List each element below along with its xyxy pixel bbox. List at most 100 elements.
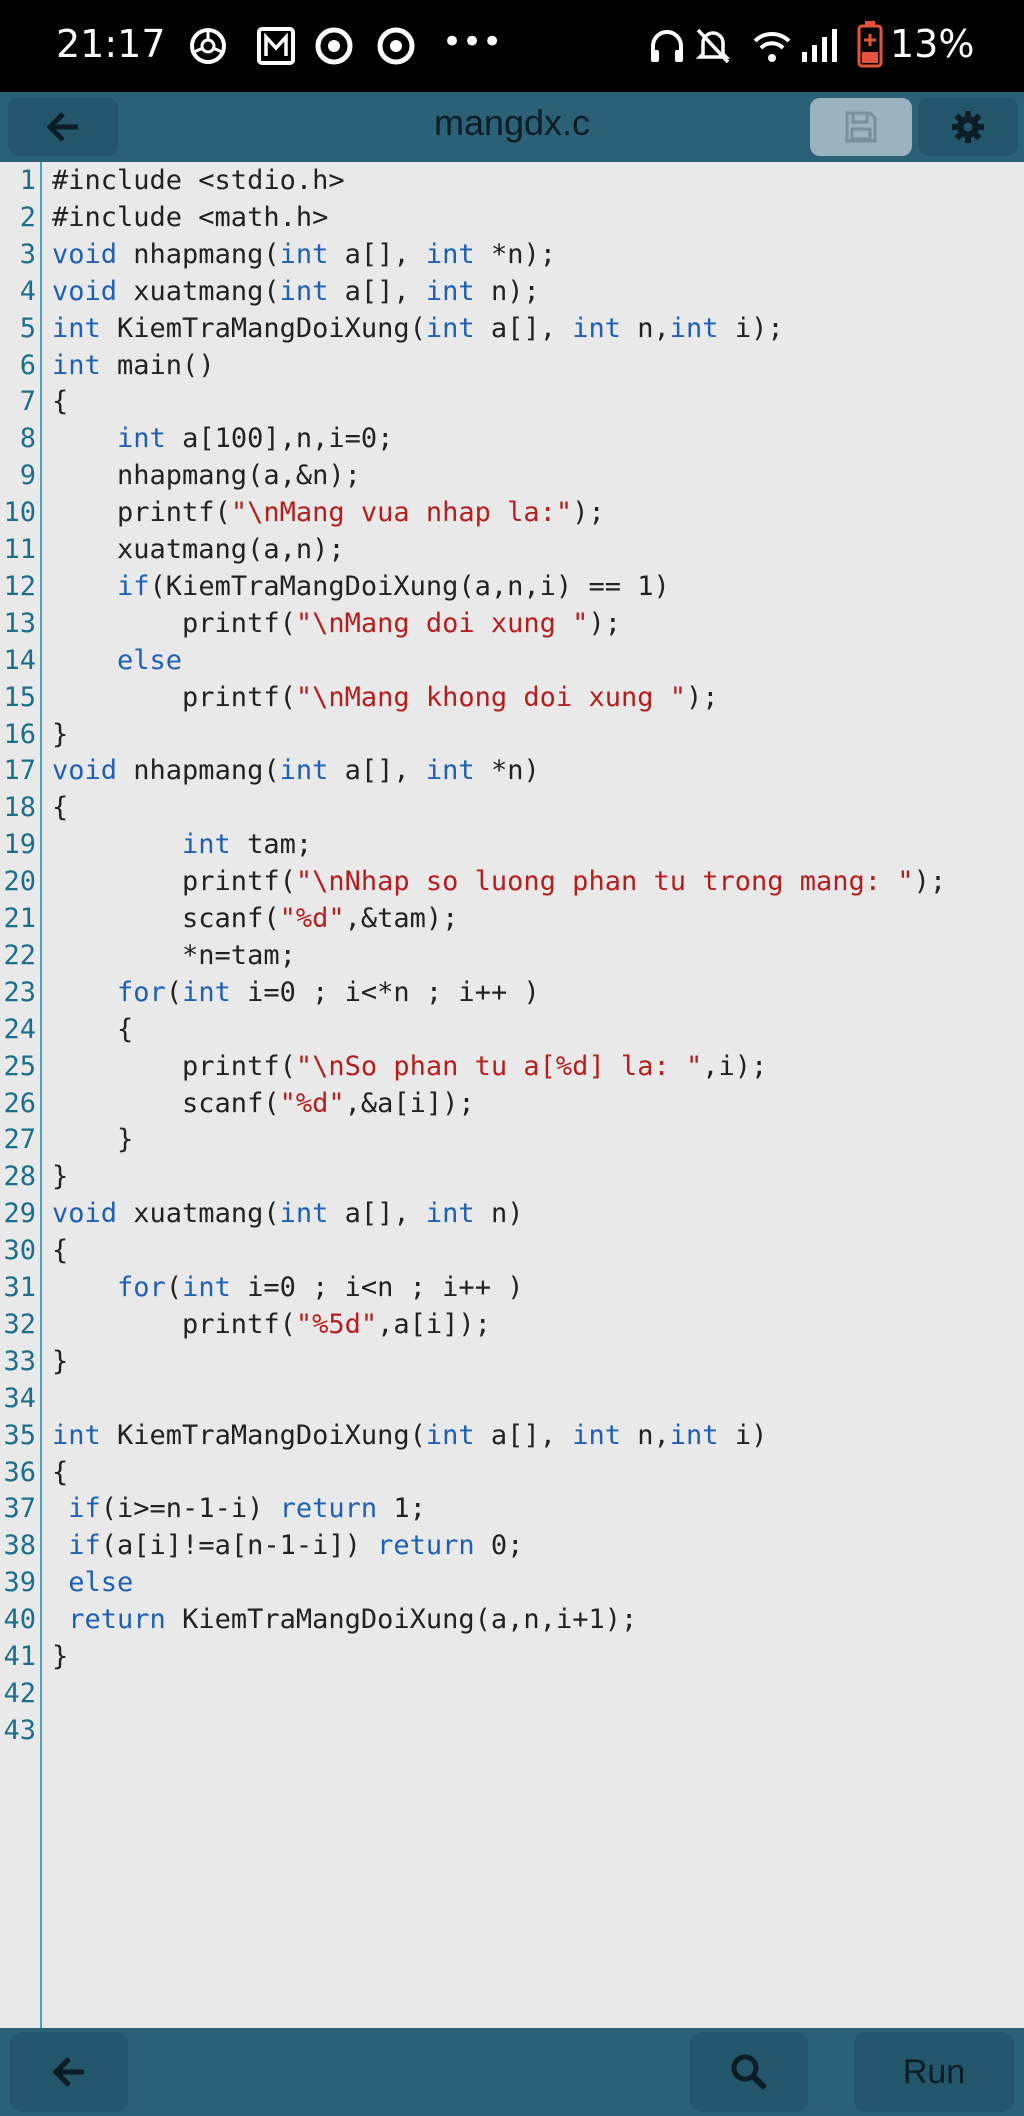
code-token: xuatmang(	[117, 275, 280, 307]
keyword-token: return	[279, 1493, 378, 1525]
code-line: scanf("%d",&a[i]);	[52, 1085, 475, 1122]
code-line: void nhapmang(int a[], int *n);	[52, 236, 556, 273]
code-line: printf("\nSo phan tu a[%d] la: ",i);	[52, 1048, 767, 1085]
keyword-token: int	[572, 1419, 621, 1451]
line-number: 11	[3, 534, 36, 565]
line-number: 7	[19, 386, 36, 418]
keyword-token: int	[182, 976, 231, 1008]
code-token: i=0 ; i<n ; i++ )	[230, 1272, 524, 1303]
code-token: }	[52, 1641, 69, 1672]
code-token: xuatmang(	[117, 1198, 280, 1230]
code-token: printf(	[52, 1308, 296, 1340]
code-line: {	[52, 1454, 68, 1491]
string-token: "\nMang khong doi xung "	[295, 681, 686, 713]
keyword-token: void	[52, 238, 118, 270]
line-number: 25	[3, 1050, 36, 1082]
code-token: (a[i]!=a[n-1-i])	[100, 1530, 378, 1562]
code-token: }	[52, 1345, 69, 1377]
line-number: 30	[3, 1235, 36, 1267]
keyword-token: int	[279, 755, 329, 787]
line-number: 27	[3, 1124, 36, 1156]
code-editor[interactable]: 1 2 3 4 5 6 7 8 9 10 11 12 13 14 15 16 17 18 19 20 21 22 23 24 2…	[0, 162, 1024, 2028]
code-token: {	[52, 1013, 134, 1045]
keyword-token: int	[52, 1419, 101, 1451]
code-line: nhapmang(a,&n);	[52, 457, 361, 494]
line-number: 10	[3, 497, 36, 529]
save-button[interactable]	[810, 98, 912, 156]
line-number: 13	[3, 607, 36, 639]
code-token: main()	[100, 349, 215, 381]
code-token: {	[52, 1235, 69, 1267]
string-token: "\nSo phan tu a[%d] la: "	[295, 1050, 703, 1082]
code-line: {	[52, 1011, 133, 1048]
code-token: a[],	[474, 312, 573, 344]
line-number: 29	[3, 1198, 36, 1230]
code-line: int a[100],n,i=0;	[52, 420, 393, 457]
code-line: void xuatmang(int a[], int n);	[52, 273, 540, 310]
line-number: 42	[3, 1677, 36, 1709]
line-number: 19	[3, 829, 36, 861]
line-number: 39	[3, 1567, 36, 1599]
code-token: printf(	[52, 681, 296, 713]
code-line: if(a[i]!=a[n-1-i]) return 0;	[52, 1527, 523, 1564]
line-number: 5	[19, 312, 36, 344]
line-number: 34	[3, 1382, 36, 1414]
keyword-token: int	[52, 312, 101, 344]
code-token: ,&tam);	[344, 903, 459, 934]
string-token: "%d"	[279, 1087, 345, 1119]
code-line: for(int i=0 ; i<n ; i++ )	[52, 1269, 523, 1306]
line-number: 36	[3, 1456, 36, 1488]
save-icon	[845, 111, 877, 143]
keyword-token: int	[669, 312, 719, 344]
code-token: a[],	[474, 1419, 573, 1451]
line-number: 37	[3, 1493, 36, 1525]
line-number: 26	[3, 1087, 36, 1119]
code-line: void nhapmang(int a[], int *n)	[52, 752, 540, 789]
code-token: i)	[718, 1419, 768, 1451]
code-line: void xuatmang(int a[], int n)	[52, 1195, 523, 1232]
run-button[interactable]: Run	[854, 2032, 1014, 2112]
aperture-icon	[188, 26, 228, 70]
bottom-toolbar: Run	[0, 2028, 1024, 2116]
keyword-token: int	[669, 1419, 719, 1451]
code-line: printf("\nMang khong doi xung ");	[52, 679, 718, 716]
code-token: (KiemTraMangDoiXung(a,n,i) == 1)	[149, 570, 670, 602]
line-number: 41	[3, 1641, 36, 1672]
battery-percent: 13%	[890, 22, 975, 66]
code-token: }	[52, 1161, 69, 1193]
code-token: n)	[474, 1198, 524, 1230]
code-token: xuatmang(a,n);	[52, 534, 345, 565]
line-number: 9	[19, 460, 36, 492]
line-number-gutter: 1 2 3 4 5 6 7 8 9 10 11 12 13 14 15 16 17 18 19 20 21 22 23 24 2…	[0, 162, 42, 2028]
code-line: else	[52, 642, 182, 679]
code-token: );	[588, 607, 621, 639]
keyword-token: int	[425, 755, 475, 787]
code-token: (	[165, 976, 183, 1008]
keyword-token: if	[68, 1530, 101, 1562]
code-token: tam;	[230, 829, 313, 861]
settings-button[interactable]	[918, 98, 1018, 156]
code-line: {	[52, 1232, 68, 1269]
code-line: }	[52, 716, 68, 753]
m-app-icon	[256, 26, 296, 70]
line-number: 15	[3, 681, 36, 713]
code-line: for(int i=0 ; i<*n ; i++ )	[52, 974, 540, 1011]
code-token: (	[165, 1272, 183, 1303]
code-line: if(i>=n-1-i) return 1;	[52, 1490, 426, 1527]
keyword-token: int	[425, 275, 475, 307]
bottom-back-button[interactable]	[10, 2032, 128, 2112]
keyword-token: int	[279, 1198, 329, 1230]
search-icon	[731, 2054, 768, 2091]
code-line: int KiemTraMangDoiXung(int a[], int n,in…	[52, 310, 784, 347]
keyword-token: else	[117, 644, 183, 676]
keyword-token: void	[52, 1198, 118, 1230]
code-token: scanf(	[52, 903, 280, 934]
search-button[interactable]	[690, 2032, 808, 2112]
code-token: a[],	[328, 238, 426, 270]
line-number: 38	[3, 1530, 36, 1562]
